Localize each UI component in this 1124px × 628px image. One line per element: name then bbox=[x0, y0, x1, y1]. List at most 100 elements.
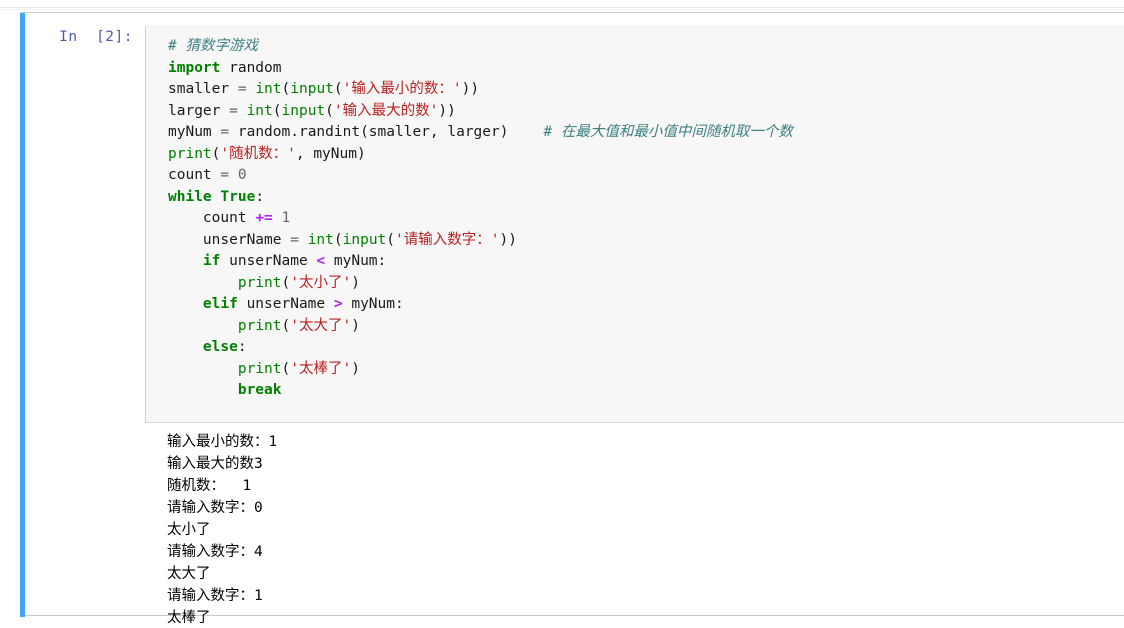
code-token-keyword: if bbox=[202, 253, 221, 269]
code-token-plain: ) bbox=[351, 360, 360, 377]
code-line: print('太小了') bbox=[168, 273, 793, 295]
code-token-plain: myNum: bbox=[342, 296, 404, 312]
code-token-operator: = bbox=[220, 167, 230, 183]
code-token-plain: ) bbox=[351, 317, 360, 334]
output-line: 太棒了 bbox=[167, 610, 211, 626]
code-token-builtin: print bbox=[237, 274, 282, 291]
code-token-operator: = bbox=[220, 124, 230, 140]
code-token-string: '输入最大的数' bbox=[333, 102, 439, 119]
code-token-keyword: True bbox=[220, 188, 256, 205]
code-token-oppunct: < bbox=[316, 253, 326, 269]
code-token-plain: , myNum) bbox=[295, 145, 366, 162]
code-token-plain: random.randint(smaller, larger) bbox=[229, 124, 544, 140]
code-line: smaller = int(input('输入最小的数：')) bbox=[168, 79, 793, 101]
code-line: print('随机数：', myNum) bbox=[168, 144, 793, 166]
code-token-plain: myNum bbox=[168, 124, 221, 140]
code-token-plain: )) bbox=[438, 102, 456, 119]
code-token-plain: unserName bbox=[220, 253, 317, 269]
code-token-operator: = bbox=[290, 231, 299, 248]
output-line: 随机数： 1 bbox=[167, 478, 252, 494]
code-line: print('太棒了') bbox=[168, 359, 793, 381]
code-token-builtin: input bbox=[290, 81, 334, 97]
code-token-string: '请输入数字：' bbox=[395, 231, 500, 248]
code-token-builtin: int bbox=[255, 81, 282, 97]
code-token-plain: random bbox=[220, 59, 282, 76]
code-line: larger = int(input('输入最大的数')) bbox=[168, 101, 793, 123]
output-line: 输入最大的数3 bbox=[167, 456, 263, 472]
code-token-comment: # 在最大值和最小值中间随机取一个数 bbox=[543, 124, 793, 140]
code-line: break bbox=[168, 380, 793, 402]
code-line: elif unserName > myNum: bbox=[168, 294, 793, 316]
code-line: count = 0 bbox=[168, 165, 793, 187]
code-line: if unserName < myNum: bbox=[168, 251, 793, 273]
code-token-plain: ( bbox=[325, 102, 334, 119]
code-token-plain: myNum: bbox=[325, 253, 387, 269]
code-token-plain: ( bbox=[272, 102, 282, 119]
output-line: 请输入数字：1 bbox=[167, 588, 263, 604]
cell-input-area[interactable]: # 猜数字游戏 import random smaller = int(input(… bbox=[145, 26, 1124, 423]
code-token-number: 1 bbox=[281, 210, 291, 226]
code-token-keyword: while bbox=[168, 188, 212, 205]
code-token-builtin: int bbox=[246, 102, 273, 119]
viewport-top-divider-secondary bbox=[0, 9, 1124, 10]
code-line: while True: bbox=[168, 187, 793, 209]
code-line: import random bbox=[168, 58, 793, 80]
code-token-plain: ( bbox=[281, 360, 291, 377]
code-token-plain: ( bbox=[281, 317, 291, 334]
code-token-plain: unserName bbox=[168, 231, 291, 248]
code-line: myNum = random.randint(smaller, larger) … bbox=[168, 122, 793, 144]
code-token-plain: : bbox=[255, 188, 265, 205]
code-token-keyword: else bbox=[202, 339, 238, 355]
code-token-plain: )) bbox=[461, 81, 480, 97]
code-token-plain: ( bbox=[333, 81, 343, 97]
code-token-keyword: elif bbox=[202, 296, 238, 312]
notebook-page: In [2]: # 猜数字游戏 import random smaller = in… bbox=[0, 0, 1124, 628]
code-token-keyword: break bbox=[237, 382, 282, 398]
code-line: count += 1 bbox=[168, 208, 793, 230]
code-token-plain: smaller bbox=[168, 81, 238, 97]
cell-output-area: 输入最小的数：1 输入最大的数3 随机数： 1 请输入数字：0 太小了 请输入数字：4 太大… bbox=[145, 425, 1124, 626]
code-token-plain: ( bbox=[281, 81, 291, 97]
code-token-builtin: print bbox=[168, 145, 212, 162]
code-token-string: '输入最小的数：' bbox=[342, 81, 462, 97]
code-token-string: '太棒了' bbox=[290, 360, 352, 377]
code-token-string: '随机数：' bbox=[220, 145, 296, 162]
code-token-oppunct: += bbox=[255, 210, 273, 226]
code-token-string: '太小了' bbox=[290, 274, 352, 291]
code-token-operator: = bbox=[237, 81, 247, 97]
cell-body: In [2]: # 猜数字游戏 import random smaller = in… bbox=[25, 13, 1124, 626]
notebook-code-cell[interactable]: In [2]: # 猜数字游戏 import random smaller = in… bbox=[20, 12, 1124, 626]
code-token-plain: count bbox=[168, 210, 256, 226]
code-token-plain: : bbox=[237, 339, 247, 355]
code-token-plain: larger bbox=[168, 102, 230, 119]
code-token-comment: # 猜数字游戏 bbox=[168, 38, 258, 54]
output-line: 输入最小的数：1 bbox=[167, 434, 278, 450]
code-token-plain: ( bbox=[386, 231, 396, 248]
code-line: else: bbox=[168, 337, 793, 359]
stdout-stream-output: 输入最小的数：1 输入最大的数3 随机数： 1 请输入数字：0 太小了 请输入数字：4 太大… bbox=[167, 431, 277, 628]
code-line: print('太大了') bbox=[168, 316, 793, 338]
cell-input-prompt[interactable]: In [2]: bbox=[25, 29, 133, 45]
code-token-plain: ) bbox=[351, 274, 360, 291]
code-token-builtin: print bbox=[237, 317, 282, 334]
viewport-top-divider bbox=[0, 7, 1124, 8]
output-line: 请输入数字：4 bbox=[167, 544, 263, 560]
code-line: # 猜数字游戏 bbox=[168, 36, 793, 58]
code-token-string: '太大了' bbox=[290, 317, 352, 334]
code-editor-source[interactable]: # 猜数字游戏 import random smaller = int(input(… bbox=[168, 36, 793, 402]
code-token-plain: ( bbox=[333, 231, 343, 248]
code-token-builtin: input bbox=[281, 102, 326, 119]
code-token-builtin: print bbox=[237, 360, 282, 377]
output-line: 太大了 bbox=[167, 566, 211, 582]
code-token-plain: ( bbox=[281, 274, 291, 291]
